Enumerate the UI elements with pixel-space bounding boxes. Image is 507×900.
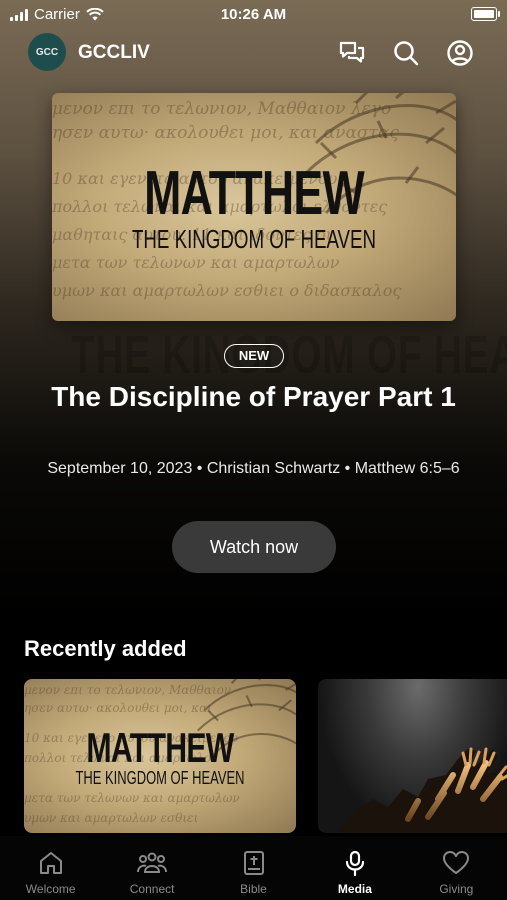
featured-meta: September 10, 2023 • Christian Schwartz …: [47, 460, 460, 477]
tab-media[interactable]: Media: [304, 836, 405, 900]
user-icon: [447, 40, 473, 66]
media-card[interactable]: μενον επι το τελωνιον, Μαθθαιον ησεν αυτ…: [24, 679, 296, 833]
tab-giving[interactable]: Giving: [406, 836, 507, 900]
tab-connect[interactable]: Connect: [101, 836, 202, 900]
new-badge: NEW: [224, 344, 284, 368]
artwork-title: MATTHEW: [144, 159, 364, 228]
media-card[interactable]: [318, 679, 507, 833]
heart-icon: [443, 851, 470, 874]
home-icon: [39, 852, 62, 874]
recently-added-heading: Recently added: [24, 636, 187, 661]
tab-label: Giving: [439, 882, 474, 896]
chat-icon: [339, 41, 365, 63]
messages-button[interactable]: [337, 38, 367, 68]
app-header: GCC GCCLIV: [0, 30, 507, 76]
card-title: MATTHEW: [86, 724, 234, 771]
people-icon: [137, 852, 168, 873]
tab-bar: Welcome Connect Bible Media Giving: [0, 836, 507, 900]
church-logo[interactable]: GCC: [28, 33, 66, 71]
tab-label: Connect: [129, 882, 175, 896]
tab-bible[interactable]: Bible: [203, 836, 304, 900]
profile-button[interactable]: [445, 38, 475, 68]
featured-title: The Discipline of Prayer Part 1: [51, 381, 456, 412]
tab-label: Welcome: [25, 882, 76, 896]
status-bar: Carrier 10:26 AM: [0, 0, 507, 28]
microphone-icon: [345, 850, 365, 876]
hero-artwork[interactable]: μενον επι το τελωνιον, Μαθθαιον λεγο ησε…: [52, 93, 456, 321]
app-title: GCCLIV: [78, 42, 150, 63]
tab-welcome[interactable]: Welcome: [0, 836, 101, 900]
raised-hands-image: [338, 747, 507, 833]
tab-label: Media: [337, 882, 372, 896]
card-subtitle: THE KINGDOM OF HEAVEN: [75, 768, 245, 788]
battery-icon: [471, 7, 500, 21]
search-button[interactable]: [391, 38, 421, 68]
artwork-subtitle: THE KINGDOM OF HEAVEN: [131, 224, 377, 254]
search-icon: [394, 41, 419, 66]
clock: 10:26 AM: [220, 6, 287, 23]
bible-icon: [243, 851, 264, 875]
tab-label: Bible: [240, 882, 267, 896]
watch-now-button[interactable]: Watch now: [172, 521, 336, 573]
